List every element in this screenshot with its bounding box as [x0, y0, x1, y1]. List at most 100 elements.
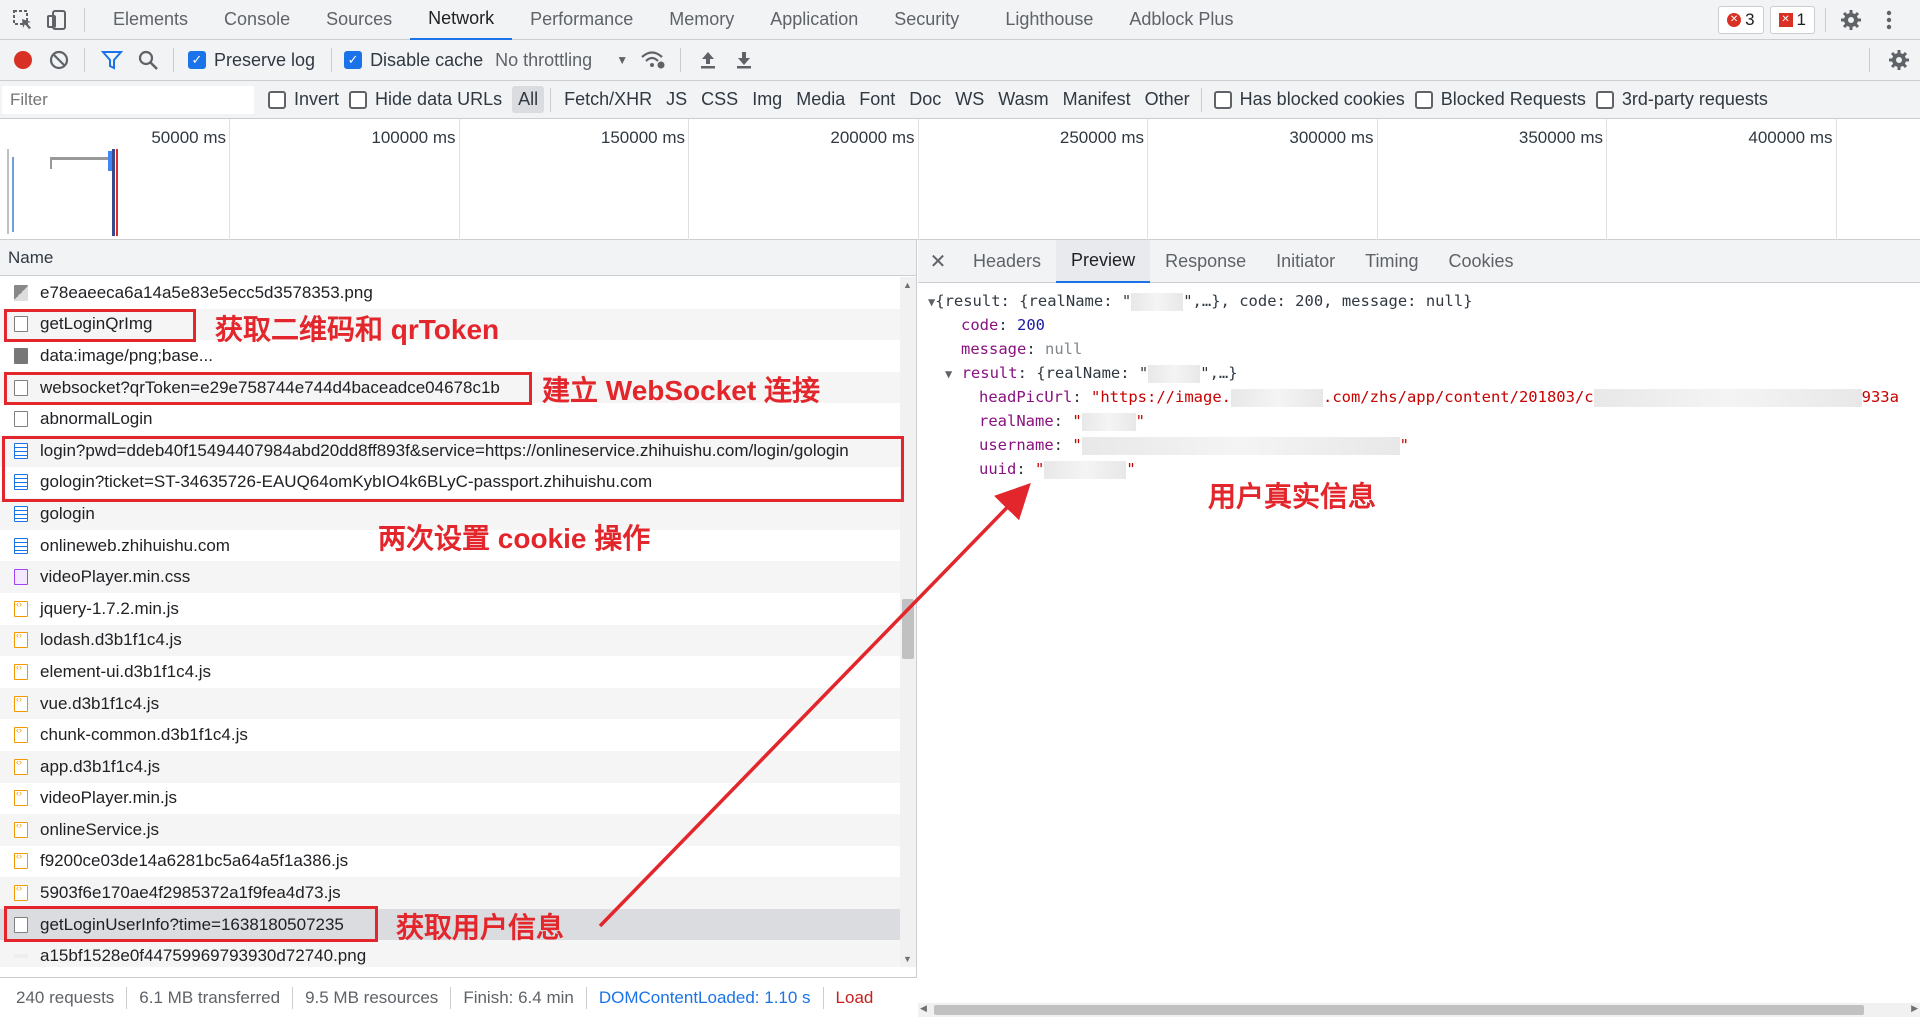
css-file-icon — [14, 569, 28, 586]
detail-tab-preview[interactable]: Preview — [1056, 239, 1151, 283]
request-row[interactable]: onlineService.js — [0, 814, 900, 846]
more-options-icon[interactable] — [1876, 7, 1902, 33]
filter-type-js[interactable]: JS — [659, 89, 694, 110]
expand-triangle-icon[interactable]: ▼ — [945, 367, 952, 381]
close-icon[interactable]: ✕ — [918, 249, 958, 274]
network-settings-gear-icon[interactable] — [1886, 47, 1912, 73]
filter-type-doc[interactable]: Doc — [902, 89, 948, 110]
dom-content-loaded: DOMContentLoaded: 1.10 s — [598, 987, 811, 1007]
scrollbar-thumb[interactable] — [934, 1005, 1864, 1015]
clear-icon[interactable] — [46, 47, 72, 73]
tab-lighthouse[interactable]: Lighthouse — [987, 0, 1111, 40]
detail-tab-initiator[interactable]: Initiator — [1261, 240, 1350, 283]
blocked-requests-checkbox[interactable]: Blocked Requests — [1414, 89, 1586, 110]
json-result-row[interactable]: ▼ result: {realName: " ",…} — [945, 364, 1238, 383]
tab-adblock-plus[interactable]: Adblock Plus — [1111, 0, 1251, 40]
redacted-value — [1081, 436, 1400, 455]
request-row[interactable]: videoPlayer.min.js — [0, 783, 900, 815]
request-row[interactable]: lodash.d3b1f1c4.js — [0, 624, 900, 657]
inspect-element-icon[interactable] — [10, 7, 36, 33]
scroll-left-icon[interactable]: ◀ — [920, 1003, 927, 1014]
request-detail-panel: ✕ Headers Preview Response Initiator Timing C… — [918, 239, 1920, 1017]
scrollbar-thumb[interactable] — [902, 599, 914, 659]
detail-tab-response[interactable]: Response — [1150, 240, 1261, 283]
filter-type-wasm[interactable]: Wasm — [991, 89, 1055, 110]
request-row[interactable]: jquery-1.7.2.min.js — [0, 593, 900, 625]
invert-checkbox[interactable]: Invert — [268, 89, 339, 110]
error-count-badge[interactable]: ✕ 3 — [1718, 5, 1764, 34]
warning-count-badge[interactable]: ✕ 1 — [1769, 5, 1815, 34]
detail-tab-headers[interactable]: Headers — [958, 240, 1056, 283]
js-file-icon — [14, 820, 28, 838]
timeline-tick-label: 400000 ms — [1748, 128, 1833, 147]
request-name: videoPlayer.min.css — [40, 567, 191, 587]
preserve-log-checkbox[interactable]: ✓ Preserve log — [188, 50, 315, 71]
filter-type-media[interactable]: Media — [789, 89, 852, 110]
scroll-down-icon[interactable]: ▼ — [903, 954, 912, 964]
html-file-icon — [14, 537, 28, 554]
filter-type-other[interactable]: Other — [1138, 89, 1197, 110]
disable-cache-checkbox[interactable]: ✓ Disable cache — [344, 50, 483, 71]
json-root-summary[interactable]: ▼{result: {realName: " ",…}, code: 200, m… — [928, 292, 1473, 311]
search-icon[interactable] — [135, 47, 161, 73]
filter-type-img[interactable]: Img — [745, 89, 789, 110]
settings-gear-icon[interactable] — [1838, 7, 1864, 33]
request-name: gologin — [40, 503, 95, 523]
resources-size: 9.5 MB resources — [305, 987, 439, 1007]
redacted-value — [1044, 460, 1127, 479]
img-file-icon — [14, 284, 28, 301]
request-row[interactable]: 5903f6e170ae4f2985372a1f9fea4d73.js — [0, 877, 900, 909]
filter-type-css[interactable]: CSS — [694, 89, 745, 110]
third-party-requests-checkbox[interactable]: 3rd-party requests — [1595, 89, 1768, 110]
detail-tab-cookies[interactable]: Cookies — [1434, 240, 1529, 283]
filter-type-fetch-xhr[interactable]: Fetch/XHR — [557, 89, 659, 110]
request-row[interactable]: e78eaeeca6a14a5e83e5ecc5d3578353.png — [0, 277, 900, 309]
name-column-header[interactable]: Name — [0, 240, 916, 276]
horizontal-scrollbar[interactable]: ◀ ▶ — [918, 1003, 1920, 1017]
request-row[interactable]: app.d3b1f1c4.js — [0, 750, 900, 783]
request-name: data:image/png;base... — [40, 345, 213, 365]
hide-data-urls-checkbox[interactable]: Hide data URLs — [349, 89, 502, 110]
filter-type-all[interactable]: All — [512, 86, 545, 113]
filter-type-manifest[interactable]: Manifest — [1056, 89, 1138, 110]
request-row[interactable]: chunk-common.d3b1f1c4.js — [0, 719, 900, 751]
tab-security[interactable]: Security — [876, 0, 977, 40]
load-time: Load — [835, 987, 874, 1007]
request-row[interactable]: element-ui.d3b1f1c4.js — [0, 656, 900, 688]
export-har-icon[interactable] — [731, 47, 757, 73]
imgdark-file-icon — [14, 347, 28, 364]
js-file-icon — [14, 725, 28, 744]
json-headpic-row: headPicUrl: "https://image. .com/zhs/app/… — [979, 388, 1899, 407]
device-toolbar-icon[interactable] — [44, 7, 70, 33]
tab-sources[interactable]: Sources — [308, 0, 410, 40]
request-name: videoPlayer.min.js — [40, 788, 178, 808]
detail-tab-timing[interactable]: Timing — [1350, 240, 1433, 283]
scroll-right-icon[interactable]: ▶ — [1911, 1003, 1918, 1014]
import-har-icon[interactable] — [695, 47, 721, 73]
checkmark-icon: ✓ — [188, 51, 206, 69]
network-conditions-icon[interactable] — [640, 47, 666, 73]
filter-input[interactable] — [2, 85, 254, 114]
tab-elements[interactable]: Elements — [95, 0, 206, 40]
timeline-overview[interactable]: 50000 ms 100000 ms 150000 ms 200000 ms 25000… — [0, 119, 1920, 240]
tab-application[interactable]: Application — [752, 0, 876, 40]
devtools-tab-bar: Elements Console Sources Network Performance… — [0, 0, 1920, 40]
request-row[interactable]: f9200ce03de14a6281bc5a64a5f1a386.js — [0, 846, 900, 878]
filter-type-font[interactable]: Font — [852, 89, 902, 110]
timeline-bar — [50, 157, 110, 160]
tab-memory[interactable]: Memory — [651, 0, 752, 40]
record-button[interactable] — [10, 47, 36, 73]
tab-console[interactable]: Console — [206, 0, 308, 40]
tab-performance[interactable]: Performance — [512, 0, 651, 40]
issue-flag-icon: ✕ — [1778, 12, 1793, 27]
request-row[interactable]: videoPlayer.min.css — [0, 561, 900, 593]
vertical-scrollbar[interactable]: ▲ ▼ — [900, 277, 916, 967]
filter-funnel-icon[interactable] — [99, 47, 125, 73]
request-row[interactable]: vue.d3b1f1c4.js — [0, 687, 900, 720]
has-blocked-cookies-checkbox[interactable]: Has blocked cookies — [1213, 89, 1405, 110]
scroll-up-icon[interactable]: ▲ — [903, 280, 912, 290]
tab-network[interactable]: Network — [410, 0, 513, 40]
annotation-real: 用户真实信息 — [1208, 481, 1377, 512]
filter-type-ws[interactable]: WS — [948, 89, 991, 110]
throttling-select[interactable]: No throttling ▼ — [495, 50, 628, 71]
